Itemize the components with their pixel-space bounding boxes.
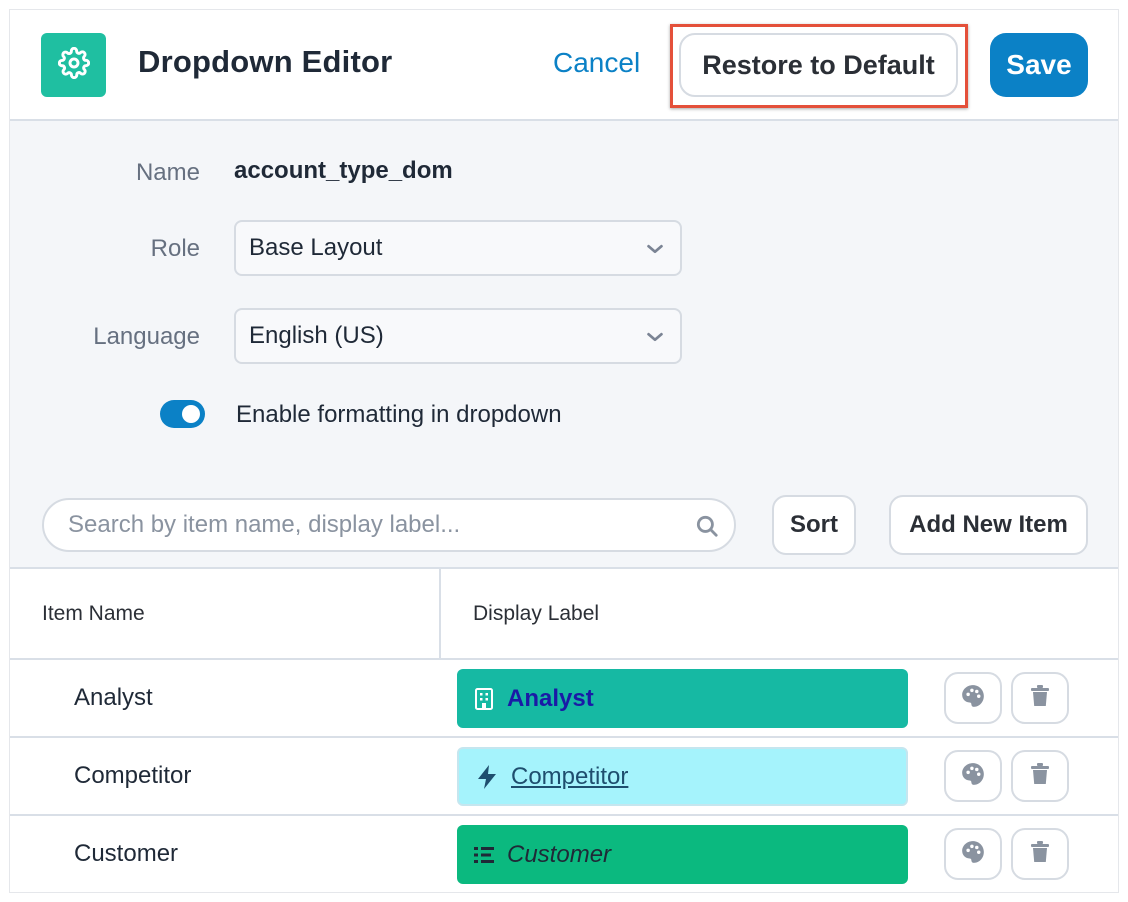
- item-name: Competitor: [74, 762, 192, 789]
- formatting-toggle-label: Enable formatting in dropdown: [236, 401, 562, 428]
- palette-button[interactable]: [944, 828, 1002, 880]
- gear-icon: [57, 46, 90, 84]
- role-label: Role: [150, 235, 200, 262]
- delete-button[interactable]: [1011, 750, 1069, 802]
- name-value: account_type_dom: [234, 157, 453, 184]
- palette-button[interactable]: [944, 750, 1002, 802]
- table-row: Competitor Competitor: [10, 738, 1118, 816]
- column-header-display-label: Display Label: [473, 602, 600, 625]
- item-name: Customer: [74, 840, 179, 867]
- editor-header: Dropdown Editor Cancel Restore to Defaul…: [10, 10, 1118, 121]
- delete-button[interactable]: [1011, 828, 1069, 880]
- table-row: Analyst Analyst: [10, 660, 1118, 738]
- cancel-button[interactable]: Cancel: [553, 47, 640, 79]
- palette-icon: [960, 839, 986, 870]
- display-label-chip[interactable]: Competitor: [457, 747, 908, 806]
- column-header-item-name: Item Name: [42, 602, 145, 625]
- language-select[interactable]: English (US): [234, 308, 682, 364]
- page-title: Dropdown Editor: [138, 44, 393, 79]
- chevron-down-icon: [644, 326, 666, 355]
- trash-icon: [1029, 840, 1051, 869]
- palette-icon: [960, 683, 986, 714]
- display-label-text: Competitor: [511, 762, 629, 790]
- language-label: Language: [93, 323, 200, 350]
- display-label-text: Analyst: [507, 684, 594, 712]
- list-icon: [473, 845, 495, 865]
- items-table-header: Item Name Display Label: [10, 569, 1118, 660]
- app-icon-badge: [41, 33, 106, 97]
- table-row: Customer Customer: [10, 816, 1118, 892]
- display-label-chip[interactable]: Analyst: [457, 669, 908, 728]
- item-name: Analyst: [74, 684, 153, 711]
- language-select-value: English (US): [249, 322, 384, 349]
- lightning-icon: [475, 764, 499, 790]
- sort-button[interactable]: Sort: [772, 495, 856, 555]
- name-label: Name: [135, 159, 200, 186]
- dropdown-settings-form: Name account_type_dom Role Base Layout L…: [10, 121, 1118, 569]
- formatting-toggle[interactable]: [160, 400, 205, 428]
- restore-to-default-button[interactable]: Restore to Default: [679, 33, 958, 97]
- column-divider: [439, 569, 441, 658]
- trash-icon: [1029, 684, 1051, 713]
- chevron-down-icon: [644, 238, 666, 267]
- display-label-chip[interactable]: Customer: [457, 825, 908, 884]
- save-button[interactable]: Save: [990, 33, 1088, 97]
- palette-icon: [960, 761, 986, 792]
- display-label-text: Customer: [507, 840, 612, 868]
- search-field: [42, 498, 736, 552]
- role-select[interactable]: Base Layout: [234, 220, 682, 276]
- search-icon[interactable]: [694, 513, 720, 544]
- search-input[interactable]: [68, 510, 678, 540]
- delete-button[interactable]: [1011, 672, 1069, 724]
- building-icon: [473, 687, 495, 711]
- trash-icon: [1029, 762, 1051, 791]
- palette-button[interactable]: [944, 672, 1002, 724]
- toggle-knob: [182, 405, 200, 423]
- dropdown-editor-panel: Dropdown Editor Cancel Restore to Defaul…: [10, 10, 1118, 892]
- role-select-value: Base Layout: [249, 234, 383, 261]
- add-new-item-button[interactable]: Add New Item: [889, 495, 1088, 555]
